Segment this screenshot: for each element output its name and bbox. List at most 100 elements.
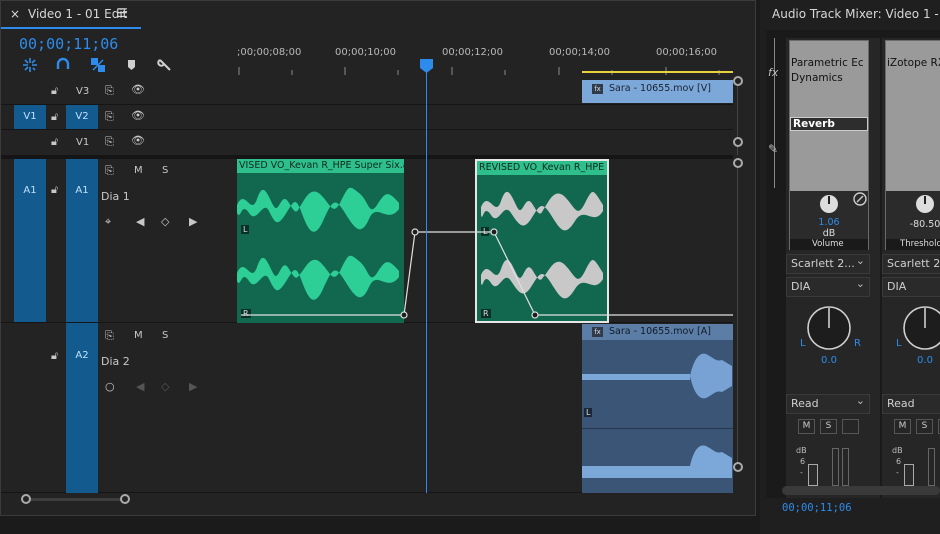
work-area-bar[interactable] bbox=[582, 71, 733, 73]
channel-divider bbox=[582, 428, 733, 429]
effect-slot[interactable]: iZotope RX bbox=[887, 57, 940, 69]
automation-mode-select[interactable]: Read bbox=[786, 392, 870, 414]
output-select[interactable]: DIA bbox=[882, 277, 940, 297]
playhead-handle[interactable] bbox=[420, 59, 433, 73]
solo-button[interactable]: S bbox=[162, 330, 168, 341]
time-ruler[interactable]: ;00;00;08;00 00;00;10;00 00;00;12;00 00;… bbox=[237, 45, 733, 75]
playhead-timecode[interactable]: 00;00;11;06 bbox=[19, 35, 118, 53]
output-select[interactable]: DIA bbox=[786, 275, 870, 297]
lane-v2[interactable] bbox=[237, 105, 733, 130]
zoom-handle-left[interactable] bbox=[21, 494, 31, 504]
video-scroll-handle[interactable] bbox=[733, 76, 743, 86]
track-label-v1[interactable]: V1 bbox=[76, 137, 89, 148]
panel-menu-icon[interactable]: ☰ bbox=[117, 6, 128, 20]
sequence-title: Video 1 - 01 Edit bbox=[28, 7, 128, 21]
lock-icon[interactable]: 🔓︎ bbox=[51, 183, 58, 197]
mute-button[interactable]: M bbox=[798, 419, 815, 434]
pan-knob[interactable] bbox=[902, 305, 940, 351]
mute-button[interactable]: M bbox=[134, 330, 143, 341]
playhead-line[interactable] bbox=[426, 63, 427, 493]
lock-icon[interactable]: 🔓︎ bbox=[51, 135, 58, 149]
zoom-handle-right[interactable] bbox=[120, 494, 130, 504]
automation-mode-select[interactable]: Read bbox=[882, 394, 940, 414]
mixer-scrollbar[interactable] bbox=[782, 486, 940, 495]
keyframe-options-icon[interactable]: ○ bbox=[105, 380, 115, 393]
nest-toggle-icon[interactable] bbox=[23, 58, 37, 72]
toggle-sync-lock-icon[interactable]: ⎘ bbox=[105, 84, 114, 98]
keyframe[interactable] bbox=[531, 311, 539, 319]
volume-fader[interactable] bbox=[904, 464, 914, 486]
fx-icon[interactable]: fx bbox=[768, 66, 778, 79]
close-icon[interactable]: × bbox=[10, 7, 20, 21]
mute-button[interactable]: M bbox=[894, 419, 911, 434]
add-marker-icon[interactable] bbox=[128, 60, 135, 70]
eye-icon[interactable]: 👁︎ bbox=[131, 109, 145, 122]
eye-icon[interactable]: 👁︎ bbox=[131, 134, 145, 147]
track-name-dia-2[interactable]: Dia 2 bbox=[101, 355, 130, 368]
toggle-sync-lock-icon[interactable]: ⎘ bbox=[105, 110, 114, 124]
audio-scroll-handle[interactable] bbox=[733, 158, 743, 168]
solo-button[interactable]: S bbox=[916, 419, 933, 434]
volume-fader[interactable] bbox=[808, 464, 818, 486]
track-label-v3[interactable]: V3 bbox=[76, 86, 89, 97]
lock-icon[interactable]: 🔓︎ bbox=[51, 349, 58, 363]
prev-keyframe-icon[interactable]: ◀ bbox=[136, 215, 144, 228]
keyframe[interactable] bbox=[400, 311, 408, 319]
snap-magnet-icon[interactable] bbox=[56, 57, 70, 69]
track-name-dia-1[interactable]: Dia 1 bbox=[101, 190, 130, 203]
param-value[interactable]: -80.50 bbox=[886, 219, 940, 230]
param-name-select[interactable]: Volume bbox=[790, 239, 868, 250]
track-label-a2[interactable]: A2 bbox=[66, 323, 98, 493]
source-patch-a1[interactable]: A1 bbox=[14, 159, 46, 322]
param-knob[interactable] bbox=[914, 193, 936, 215]
param-name-select[interactable]: Threshold bbox=[886, 239, 940, 250]
keyframe[interactable] bbox=[490, 228, 498, 236]
effect-slot[interactable]: Dynamics bbox=[791, 72, 843, 84]
lock-icon[interactable]: 🔓︎ bbox=[51, 84, 58, 98]
add-keyframe-icon[interactable]: ◇ bbox=[161, 215, 169, 228]
timeline-tab[interactable]: × Video 1 - 01 Edit ☰ bbox=[1, 1, 757, 29]
record-enable-button[interactable] bbox=[842, 419, 859, 434]
param-knob[interactable] bbox=[818, 193, 840, 215]
volume-rubber-band[interactable] bbox=[237, 159, 733, 323]
param-value[interactable]: 1.06 bbox=[790, 217, 868, 228]
video-scroll-handle[interactable] bbox=[733, 137, 743, 147]
mixer-timecode[interactable]: 00;00;11;06 bbox=[782, 502, 852, 514]
effects-rack[interactable]: iZotope RX -80.50 Threshold bbox=[885, 40, 940, 250]
effects-rack[interactable]: Parametric Ec Dynamics Reverb 1.06 dB Vo… bbox=[789, 40, 869, 250]
track-label-a1[interactable]: A1 bbox=[66, 159, 98, 322]
mute-button[interactable]: M bbox=[134, 165, 143, 176]
toggle-sync-lock-icon[interactable]: ⎘ bbox=[105, 135, 114, 149]
pan-value[interactable]: 0.0 bbox=[786, 355, 872, 366]
wrench-icon[interactable] bbox=[157, 59, 171, 71]
sends-icon[interactable]: ✎ bbox=[768, 142, 778, 156]
pan-value[interactable]: 0.0 bbox=[882, 355, 940, 366]
lane-v1[interactable] bbox=[237, 130, 733, 156]
clip-name: Sara - 10655.mov [A] bbox=[609, 326, 711, 337]
clip-video-sara[interactable]: fx Sara - 10655.mov [V] bbox=[582, 80, 733, 103]
toggle-sync-lock-icon[interactable]: ⎘ bbox=[105, 164, 114, 178]
input-select[interactable]: Scarlett 2... bbox=[882, 254, 940, 274]
level-meter-left bbox=[832, 448, 839, 486]
effect-slot-selected[interactable]: Reverb bbox=[790, 117, 868, 131]
audio-scroll-handle[interactable] bbox=[733, 462, 743, 472]
bypass-icon[interactable] bbox=[852, 191, 868, 207]
toggle-sync-lock-icon[interactable]: ⎘ bbox=[105, 329, 114, 343]
effect-slot[interactable]: Parametric Ec bbox=[791, 57, 864, 69]
solo-button[interactable]: S bbox=[162, 165, 168, 176]
zoom-scroll-bar[interactable] bbox=[26, 498, 126, 501]
lock-icon[interactable]: 🔓︎ bbox=[51, 110, 58, 124]
clip-header: fx Sara - 10655.mov [A] bbox=[582, 324, 733, 340]
pan-knob[interactable] bbox=[806, 305, 852, 351]
input-select[interactable]: Scarlett 2... bbox=[786, 252, 870, 274]
audio-track-mixer-panel: Audio Track Mixer: Video 1 - 01 Edit fx … bbox=[760, 0, 940, 534]
eye-icon[interactable]: 👁︎ bbox=[131, 83, 145, 96]
clip-audio-sara[interactable]: fx Sara - 10655.mov [A] L bbox=[582, 324, 733, 493]
track-label-v2[interactable]: V2 bbox=[66, 105, 98, 129]
linked-selection-icon[interactable] bbox=[91, 58, 105, 72]
keyframe-options-icon[interactable]: ⌖ bbox=[105, 215, 111, 229]
source-patch-v1[interactable]: V1 bbox=[14, 105, 46, 129]
keyframe[interactable] bbox=[411, 228, 419, 236]
next-keyframe-icon[interactable]: ▶ bbox=[189, 215, 197, 228]
solo-button[interactable]: S bbox=[820, 419, 837, 434]
